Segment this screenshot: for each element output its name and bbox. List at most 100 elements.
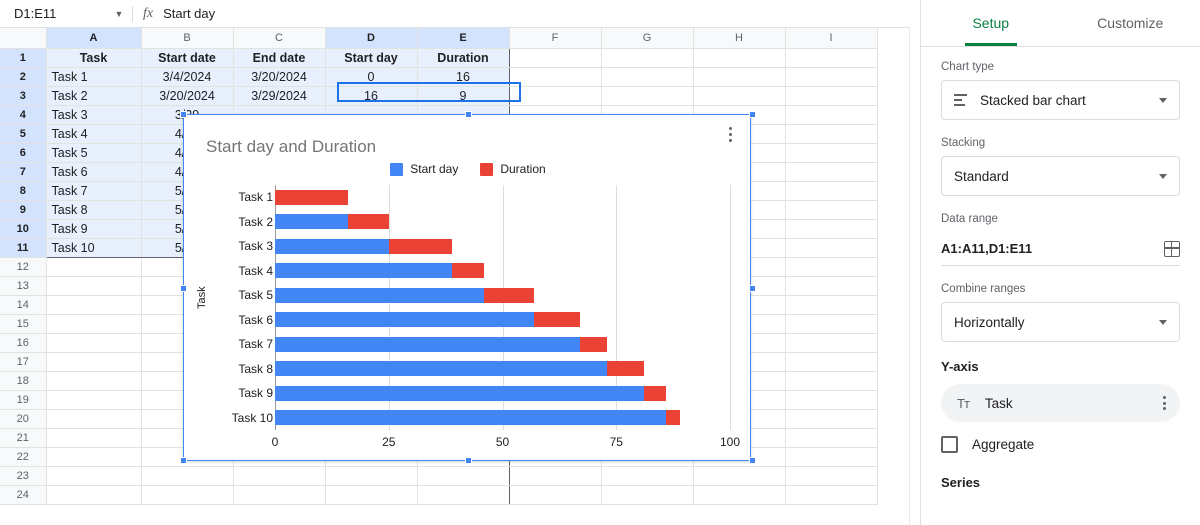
chart-bar-row[interactable] [275, 361, 730, 377]
chart-bar-segment[interactable] [275, 312, 535, 328]
data-range-field[interactable]: A1:A11,D1:E11 [941, 232, 1180, 266]
column-title-cell[interactable] [785, 48, 878, 68]
chart-bar-segment[interactable] [275, 263, 453, 279]
data-cell[interactable] [785, 257, 878, 277]
data-cell[interactable]: 16 [417, 67, 510, 87]
data-cell[interactable] [46, 371, 142, 391]
data-cell[interactable]: Task 1 [46, 67, 142, 87]
chart-bar-row[interactable] [275, 238, 730, 254]
chart-bar-segment[interactable] [275, 361, 608, 377]
column-header-f[interactable]: F [509, 28, 602, 49]
row-header-3[interactable]: 3 [0, 85, 47, 106]
data-cell[interactable] [785, 67, 878, 87]
chart-bar-segment[interactable] [534, 312, 580, 328]
chart-bar-segment[interactable] [275, 189, 348, 205]
data-cell[interactable] [46, 428, 142, 448]
column-header-a[interactable]: A [46, 28, 142, 49]
resize-handle-top-left[interactable] [180, 111, 187, 118]
data-cell[interactable] [785, 276, 878, 296]
column-header-e[interactable]: E [417, 28, 510, 49]
row-header-17[interactable]: 17 [0, 351, 47, 372]
data-cell[interactable]: Task 7 [46, 181, 142, 201]
chart-bar-segment[interactable] [275, 410, 667, 426]
data-cell[interactable]: Task 3 [46, 105, 142, 125]
chart-bar-row[interactable] [275, 214, 730, 230]
data-cell[interactable] [46, 466, 142, 486]
data-cell[interactable] [785, 86, 878, 106]
chart-bar-row[interactable] [275, 189, 730, 205]
name-box-dropdown-icon[interactable]: ▼ [108, 0, 130, 28]
chart-object[interactable]: Start day and Duration Start day Duration… [180, 111, 756, 464]
y-axis-chip-more-icon[interactable] [1157, 390, 1172, 416]
row-header-15[interactable]: 15 [0, 313, 47, 334]
data-cell[interactable] [601, 466, 694, 486]
data-cell[interactable] [785, 295, 878, 315]
data-cell[interactable] [46, 295, 142, 315]
data-cell[interactable] [509, 485, 602, 505]
chart-bar-row[interactable] [275, 312, 730, 328]
y-axis-chip-task[interactable]: Tᴛ Task [941, 384, 1180, 422]
column-title-cell[interactable]: End date [233, 48, 326, 68]
column-header-g[interactable]: G [601, 28, 694, 49]
row-header-20[interactable]: 20 [0, 408, 47, 429]
data-cell[interactable] [601, 86, 694, 106]
data-cell[interactable]: Task 8 [46, 200, 142, 220]
resize-handle-bottom-right[interactable] [749, 457, 756, 464]
data-cell[interactable]: Task 10 [46, 238, 142, 258]
data-cell[interactable] [785, 333, 878, 353]
table-row[interactable]: 3 Task 2 3/20/2024 3/29/2024 16 9 [0, 85, 878, 106]
row-header-24[interactable]: 24 [0, 484, 47, 505]
chart-bar-segment[interactable] [666, 410, 680, 426]
data-cell[interactable] [509, 86, 602, 106]
data-cell[interactable] [46, 333, 142, 353]
data-cell[interactable] [785, 200, 878, 220]
column-title-cell[interactable]: Start day [324, 48, 418, 68]
tab-setup[interactable]: Setup [921, 0, 1061, 46]
data-cell[interactable]: Task 4 [46, 124, 142, 144]
data-cell[interactable] [601, 67, 694, 87]
data-cell[interactable] [785, 371, 878, 391]
data-cell[interactable] [785, 466, 878, 486]
data-cell[interactable]: 0 [324, 67, 418, 87]
combine-ranges-select[interactable]: Horizontally [941, 302, 1180, 342]
resize-handle-top-center[interactable] [465, 111, 472, 118]
chart-overflow-menu-icon[interactable] [722, 123, 738, 145]
chart-bar-row[interactable] [275, 287, 730, 303]
data-cell[interactable] [46, 447, 142, 467]
legend-item-start-day[interactable]: Start day [390, 162, 458, 176]
table-row[interactable]: 23 [0, 465, 878, 486]
column-header-b[interactable]: B [141, 28, 234, 49]
table-row[interactable]: 24 [0, 484, 878, 505]
chart-bar-row[interactable] [275, 385, 730, 401]
aggregate-row[interactable]: Aggregate [941, 436, 1180, 453]
data-cell[interactable]: 3/29/2024 [233, 86, 326, 106]
column-title-cell[interactable]: Duration [417, 48, 510, 68]
data-cell[interactable]: Task 2 [46, 86, 142, 106]
column-header-i[interactable]: I [785, 28, 878, 49]
data-cell[interactable] [141, 485, 234, 505]
row-header-6[interactable]: 6 [0, 142, 47, 163]
chart-bar-segment[interactable] [275, 287, 485, 303]
chart-bar-row[interactable] [275, 263, 730, 279]
row-header-23[interactable]: 23 [0, 465, 47, 486]
stacking-select[interactable]: Standard [941, 156, 1180, 196]
tab-customize[interactable]: Customize [1061, 0, 1200, 46]
column-title-cell[interactable]: Task [46, 48, 142, 68]
table-row[interactable]: 2 Task 1 3/4/2024 3/20/2024 0 16 [0, 66, 878, 87]
data-cell[interactable] [324, 466, 418, 486]
row-header-8[interactable]: 8 [0, 180, 47, 201]
data-cell[interactable] [46, 390, 142, 410]
data-cell[interactable] [46, 276, 142, 296]
chart-bar-segment[interactable] [388, 238, 453, 254]
data-cell[interactable] [46, 257, 142, 277]
chart-type-select[interactable]: Stacked bar chart [941, 80, 1180, 120]
row-header-2[interactable]: 2 [0, 66, 47, 87]
row-header-1[interactable]: 1 [0, 47, 47, 68]
data-cell[interactable] [417, 485, 510, 505]
chart-bar-segment[interactable] [484, 287, 535, 303]
column-title-cell[interactable] [601, 48, 694, 68]
chart-bar-segment[interactable] [643, 385, 667, 401]
aggregate-checkbox[interactable] [941, 436, 958, 453]
data-cell[interactable] [324, 485, 418, 505]
chart-bar-row[interactable] [275, 410, 730, 426]
